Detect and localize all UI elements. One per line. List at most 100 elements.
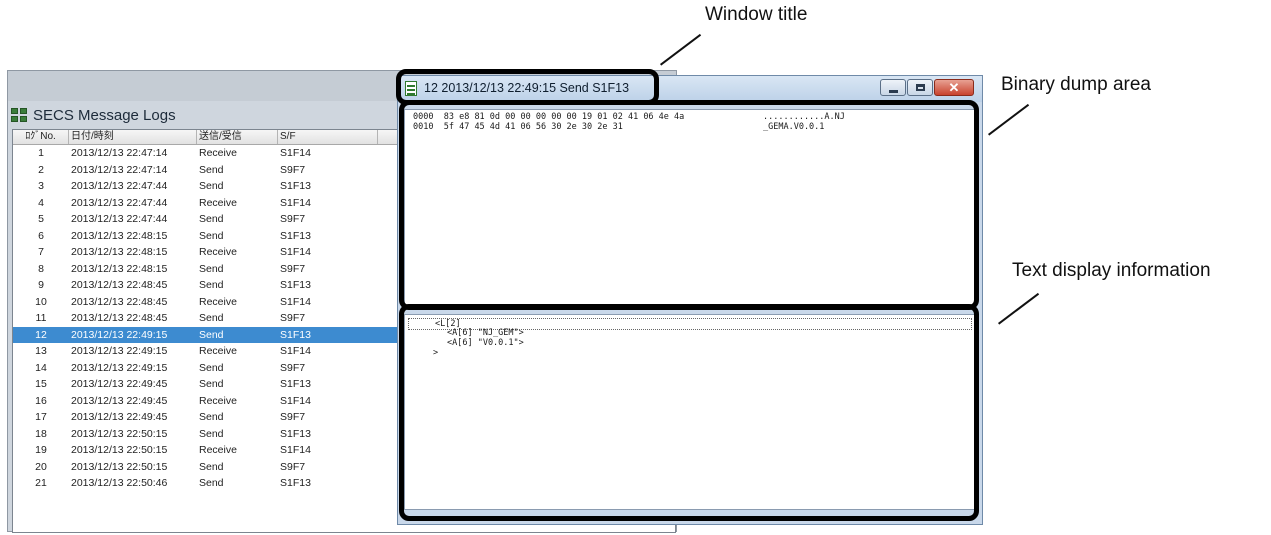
cell-direction: Send	[199, 460, 224, 473]
cell-log-no: 11	[35, 312, 47, 325]
cell-stream-function: S1F14	[280, 444, 311, 457]
cell-datetime: 2013/12/13 22:48:15	[71, 246, 168, 259]
cell-log-no: 14	[35, 361, 47, 374]
column-header-stream-function[interactable]: S/F	[278, 130, 378, 144]
cell-stream-function: S9F7	[280, 262, 306, 275]
cell-log-no: 13	[35, 345, 47, 358]
cell-direction: Send	[199, 262, 224, 275]
cell-datetime: 2013/12/13 22:48:45	[71, 295, 168, 308]
cell-direction: Send	[199, 279, 224, 292]
cell-log-no: 4	[38, 196, 44, 209]
cell-stream-function: S9F7	[280, 411, 306, 424]
cell-stream-function: S1F13	[280, 229, 311, 242]
cell-datetime: 2013/12/13 22:47:44	[71, 196, 168, 209]
cell-datetime: 2013/12/13 22:47:14	[71, 163, 168, 176]
cell-stream-function: S1F13	[280, 279, 311, 292]
cell-stream-function: S9F7	[280, 361, 306, 374]
cell-direction: Send	[199, 163, 224, 176]
cell-stream-function: S1F13	[280, 180, 311, 193]
cell-stream-function: S1F13	[280, 477, 311, 490]
cell-log-no: 3	[38, 180, 44, 193]
cell-datetime: 2013/12/13 22:47:44	[71, 180, 168, 193]
cell-stream-function: S1F13	[280, 378, 311, 391]
leader-line-text-display	[998, 292, 1039, 325]
cell-direction: Send	[199, 361, 224, 374]
cell-log-no: 20	[35, 460, 47, 473]
cell-stream-function: S9F7	[280, 460, 306, 473]
binary-dump-highlight	[399, 100, 979, 310]
cell-log-no: 2	[38, 163, 44, 176]
cell-datetime: 2013/12/13 22:47:14	[71, 147, 168, 160]
cell-datetime: 2013/12/13 22:49:15	[71, 328, 168, 341]
cell-direction: Receive	[199, 394, 237, 407]
cell-datetime: 2013/12/13 22:48:45	[71, 279, 168, 292]
callout-binary-dump-area: Binary dump area	[1001, 74, 1151, 95]
cell-log-no: 8	[38, 262, 44, 275]
column-header-datetime[interactable]: 日付/時刻	[69, 130, 197, 144]
cell-log-no: 17	[35, 411, 47, 424]
cell-datetime: 2013/12/13 22:50:15	[71, 460, 168, 473]
maximize-button[interactable]	[907, 79, 933, 96]
cell-log-no: 7	[38, 246, 44, 259]
cell-direction: Receive	[199, 196, 237, 209]
cell-direction: Receive	[199, 147, 237, 160]
cell-stream-function: S1F13	[280, 427, 311, 440]
cell-direction: Send	[199, 427, 224, 440]
cell-direction: Send	[199, 411, 224, 424]
cell-log-no: 19	[35, 444, 47, 457]
cell-log-no: 10	[35, 295, 47, 308]
cell-direction: Receive	[199, 444, 237, 457]
callout-text-display-information: Text display information	[1012, 260, 1211, 281]
cell-datetime: 2013/12/13 22:48:15	[71, 229, 168, 242]
cell-stream-function: S9F7	[280, 163, 306, 176]
cell-direction: Receive	[199, 345, 237, 358]
cell-log-no: 1	[38, 147, 44, 160]
window-controls: ✕	[880, 79, 974, 96]
close-button[interactable]: ✕	[934, 79, 974, 96]
cell-direction: Send	[199, 378, 224, 391]
cell-stream-function: S1F14	[280, 196, 311, 209]
close-icon: ✕	[948, 80, 960, 95]
cell-datetime: 2013/12/13 22:49:45	[71, 378, 168, 391]
leader-line-window-title	[660, 33, 701, 66]
cell-log-no: 15	[35, 378, 47, 391]
cell-datetime: 2013/12/13 22:49:15	[71, 361, 168, 374]
column-header-log-no[interactable]: ﾛｸﾞNo.	[13, 130, 69, 144]
cell-datetime: 2013/12/13 22:49:45	[71, 411, 168, 424]
cell-datetime: 2013/12/13 22:50:15	[71, 444, 168, 457]
grid-icon	[11, 108, 27, 122]
cell-datetime: 2013/12/13 22:48:45	[71, 312, 168, 325]
cell-datetime: 2013/12/13 22:48:15	[71, 262, 168, 275]
cell-direction: Send	[199, 229, 224, 242]
minimize-button[interactable]	[880, 79, 906, 96]
cell-datetime: 2013/12/13 22:49:15	[71, 345, 168, 358]
cell-direction: Send	[199, 180, 224, 193]
cell-datetime: 2013/12/13 22:50:15	[71, 427, 168, 440]
cell-stream-function: S9F7	[280, 312, 306, 325]
leader-line-binary-dump	[988, 103, 1029, 136]
cell-direction: Send	[199, 312, 224, 325]
cell-stream-function: S1F13	[280, 328, 311, 341]
cell-direction: Send	[199, 213, 224, 226]
column-header-direction[interactable]: 送信/受信	[197, 130, 278, 144]
log-window-titlebar[interactable]: SECS Message Logs	[11, 105, 176, 125]
cell-stream-function: S9F7	[280, 213, 306, 226]
cell-direction: Send	[199, 477, 224, 490]
cell-stream-function: S1F14	[280, 147, 311, 160]
cell-log-no: 6	[38, 229, 44, 242]
cell-stream-function: S1F14	[280, 345, 311, 358]
cell-datetime: 2013/12/13 22:47:44	[71, 213, 168, 226]
text-display-highlight	[399, 304, 979, 521]
cell-log-no: 16	[35, 394, 47, 407]
cell-direction: Send	[199, 328, 224, 341]
cell-stream-function: S1F14	[280, 295, 311, 308]
cell-log-no: 21	[35, 477, 47, 490]
cell-log-no: 9	[38, 279, 44, 292]
cell-log-no: 12	[35, 328, 47, 341]
cell-log-no: 5	[38, 213, 44, 226]
cell-stream-function: S1F14	[280, 394, 311, 407]
cell-datetime: 2013/12/13 22:50:46	[71, 477, 168, 490]
cell-direction: Receive	[199, 295, 237, 308]
cell-stream-function: S1F14	[280, 246, 311, 259]
callout-window-title: Window title	[705, 4, 808, 25]
